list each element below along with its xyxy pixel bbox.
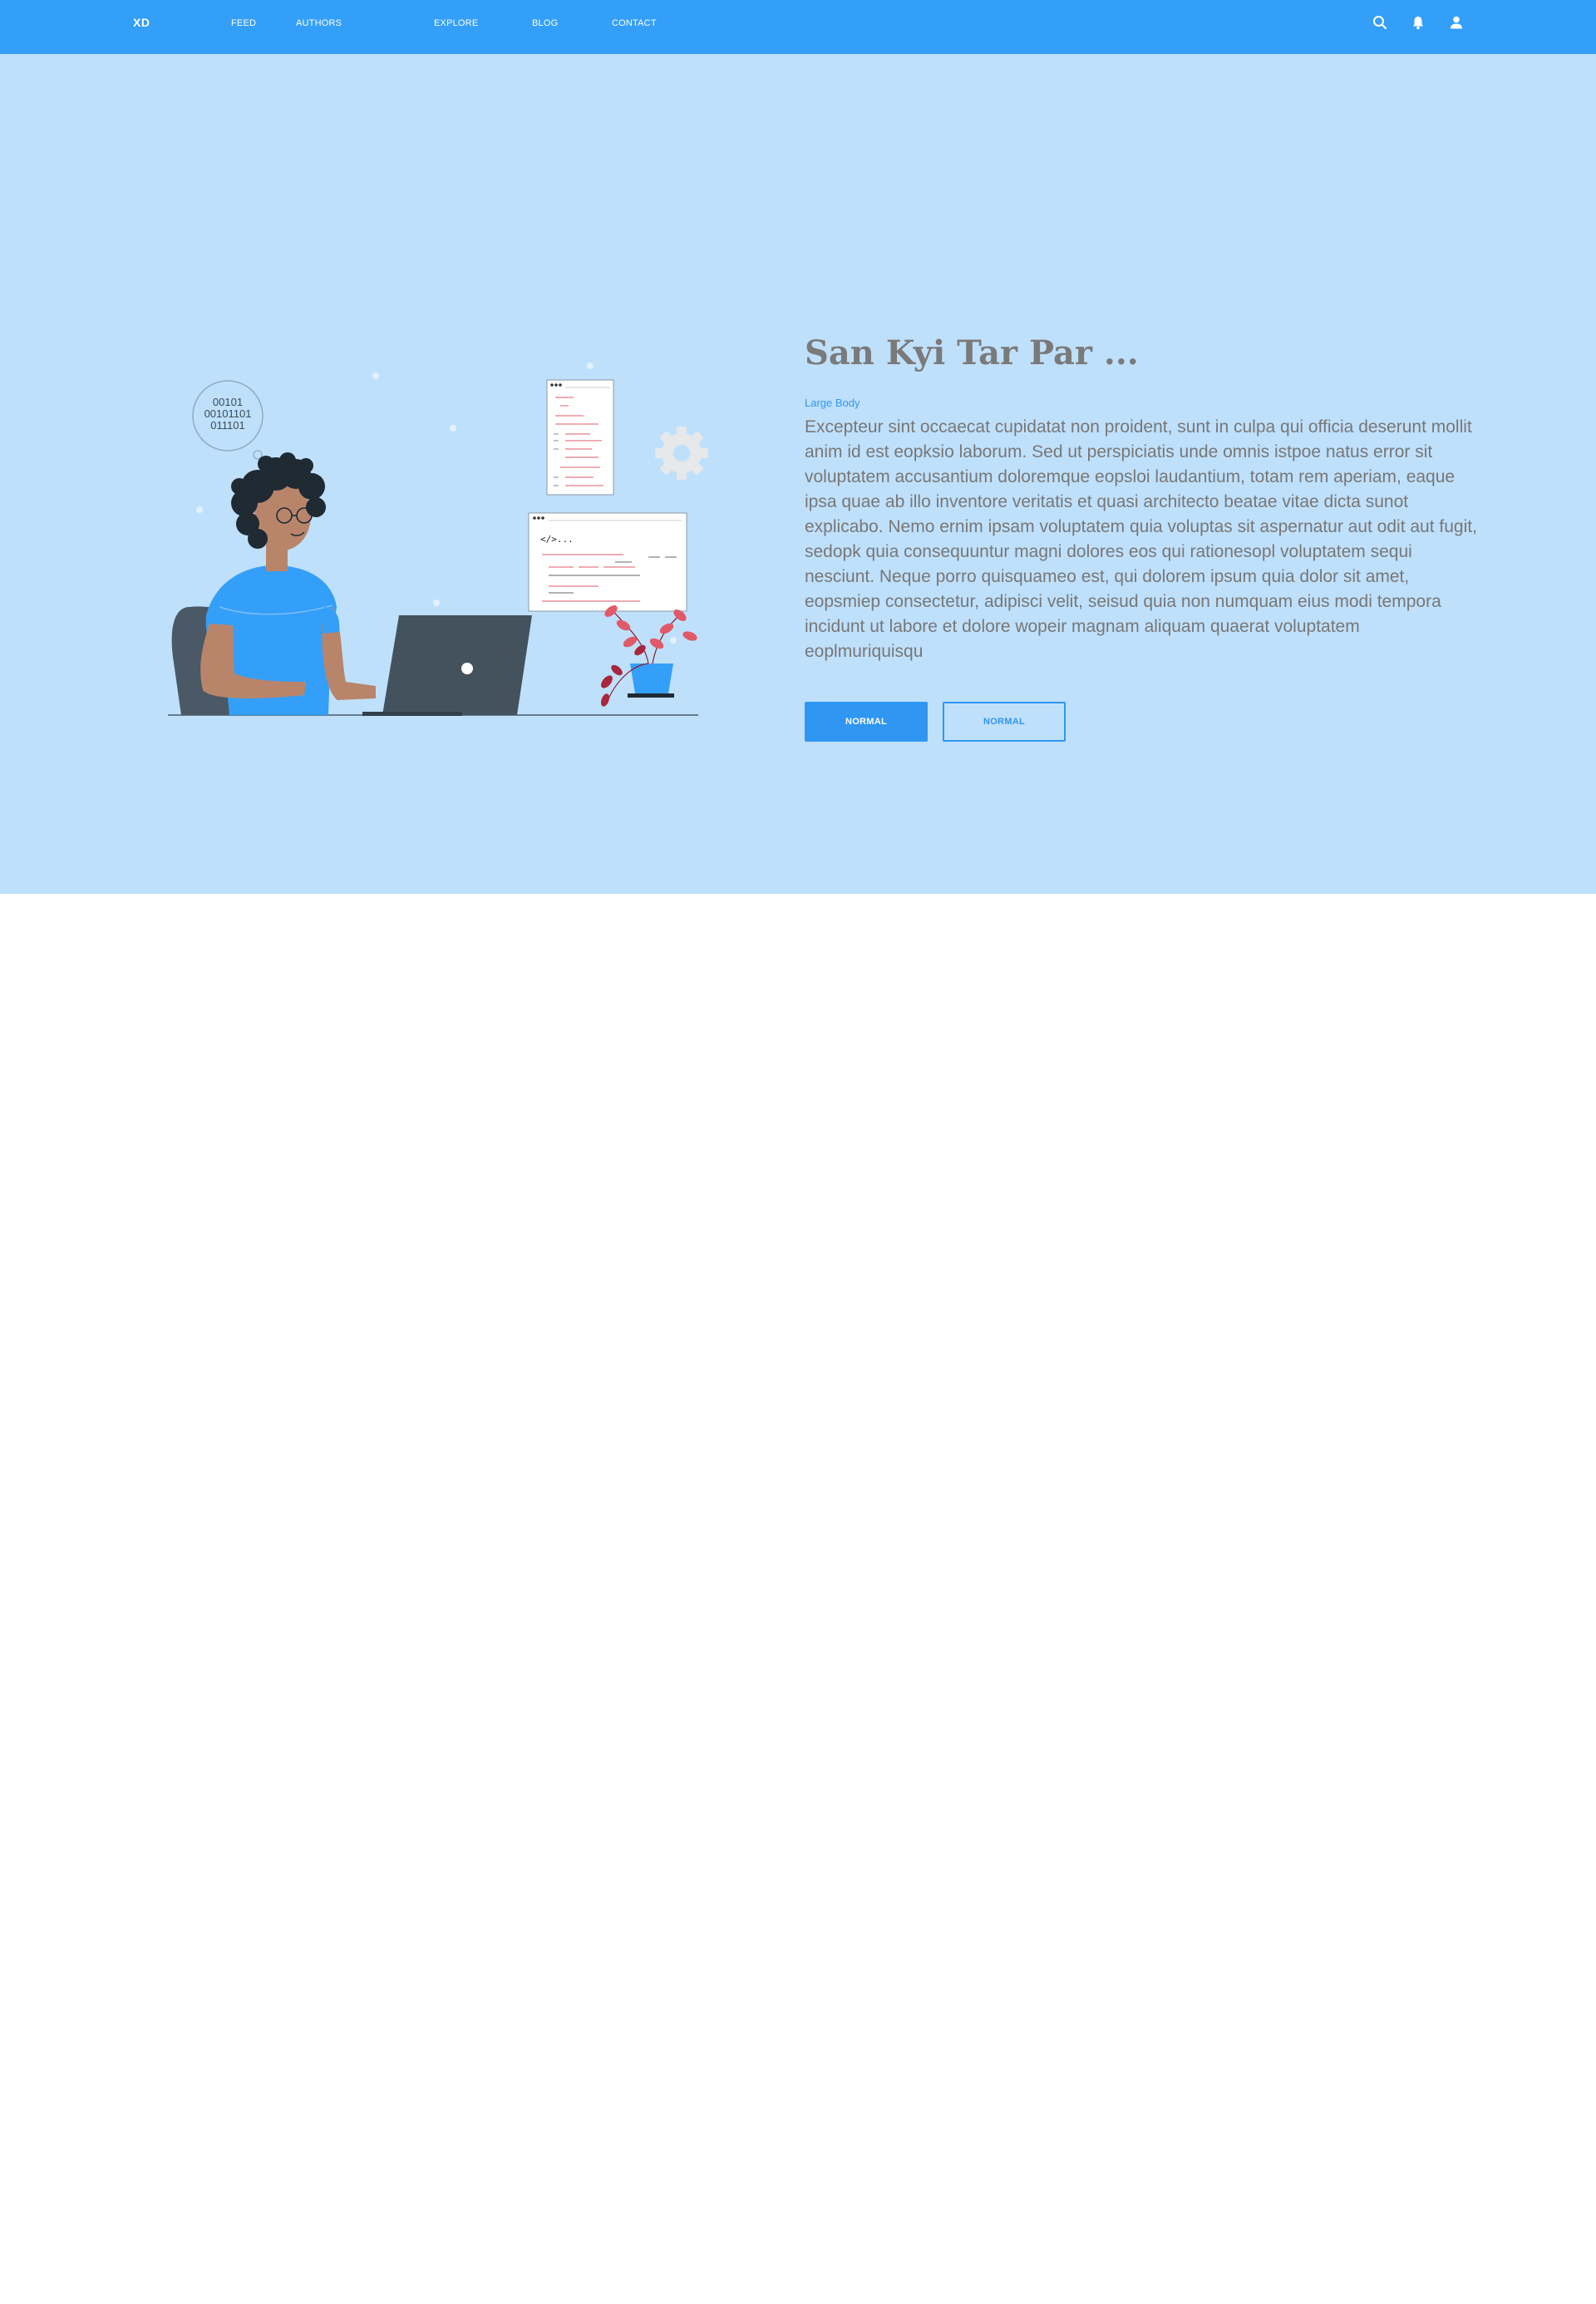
developer-illustration: 00101 00101101 011101 </>...: [168, 363, 708, 716]
binary-line-1: 00101: [213, 396, 243, 408]
binary-line-2: 00101101: [204, 407, 252, 420]
top-navbar: XD FEED AUTHORS EXPLORE BLOG CONTACT: [0, 0, 1596, 54]
user-icon[interactable]: [1447, 13, 1465, 32]
primary-button[interactable]: NORMAL: [805, 702, 928, 742]
code-window-wide: </>...: [528, 512, 687, 612]
nav-link-blog[interactable]: BLOG: [532, 18, 558, 28]
hero-body-text: Excepteur sint occaecat cupidatat non pr…: [805, 417, 1477, 661]
plant: [600, 605, 697, 707]
nav-link-explore[interactable]: EXPLORE: [434, 18, 478, 28]
bell-icon[interactable]: [1409, 13, 1427, 32]
hero-eyebrow: Large Body: [805, 397, 860, 409]
hero-title: San Kyi Tar Par ...: [805, 333, 1139, 372]
nav-link-feed[interactable]: FEED: [231, 18, 256, 28]
binary-line-3: 011101: [210, 419, 244, 432]
logo[interactable]: XD: [133, 16, 150, 29]
empty-content-area: [0, 894, 1596, 2304]
secondary-button[interactable]: NORMAL: [943, 702, 1066, 742]
hero-section: 00101 00101101 011101 </>... San Kyi Tar…: [0, 54, 1596, 894]
code-tag: </>...: [540, 534, 574, 545]
code-window-small: [546, 379, 614, 496]
nav-link-contact[interactable]: CONTACT: [612, 18, 657, 28]
search-icon[interactable]: [1371, 13, 1389, 32]
gear-icon: [655, 427, 708, 480]
nav-link-authors[interactable]: AUTHORS: [296, 18, 342, 28]
